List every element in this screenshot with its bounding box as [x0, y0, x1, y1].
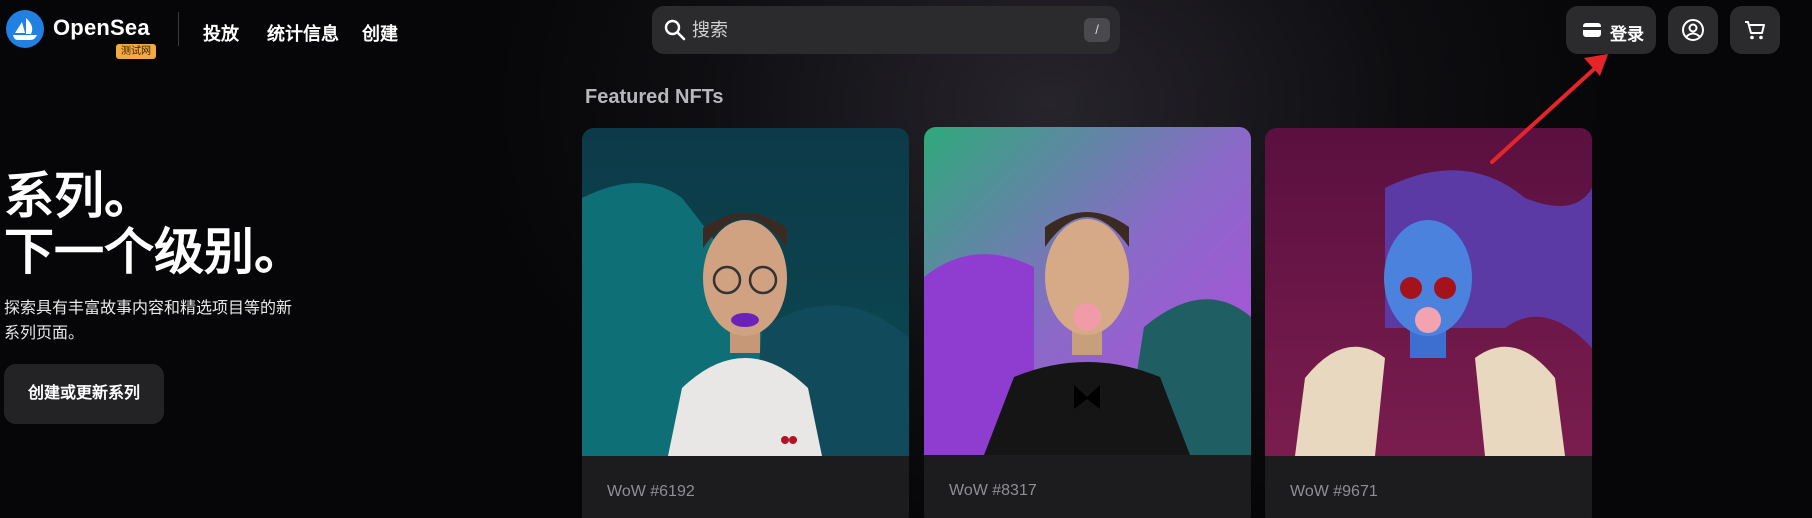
nft-card[interactable]: WoW #8317	[924, 127, 1251, 518]
annotation-arrow	[1490, 54, 1608, 164]
cart-icon	[1745, 21, 1765, 40]
hero-title-line1: 系列。	[4, 168, 154, 224]
search-shortcut-key: /	[1084, 18, 1110, 42]
featured-heading: Featured NFTs	[585, 86, 724, 108]
hero-description: 探索具有丰富故事内容和精选项目等的新系列页面。	[4, 300, 293, 342]
nft-card[interactable]: WoW #6192	[582, 128, 909, 518]
testnet-badge: 测试网	[116, 44, 156, 59]
nft-name: WoW #6192	[607, 483, 695, 500]
header-divider	[178, 12, 179, 46]
brand-name[interactable]: OpenSea	[53, 15, 150, 41]
nav-stats[interactable]: 统计信息	[267, 20, 339, 46]
search-input[interactable]	[692, 14, 1062, 46]
hero-title-line2: 下一个级别。	[4, 224, 304, 280]
account-button[interactable]	[1668, 6, 1718, 54]
search-bar[interactable]: /	[652, 6, 1120, 54]
nav-create[interactable]: 创建	[362, 20, 398, 46]
nft-artwork-image	[924, 127, 1251, 455]
nft-artwork-image	[1265, 128, 1592, 456]
opensea-logo-icon[interactable]	[6, 10, 44, 48]
create-collection-button[interactable]: 创建或更新系列	[4, 364, 164, 424]
nft-card[interactable]: WoW #9671	[1265, 128, 1592, 518]
hero-title: 系列。 下一个级别。	[4, 168, 304, 280]
nft-name: WoW #9671	[1290, 483, 1378, 500]
search-icon	[664, 19, 686, 41]
nav-drops[interactable]: 投放	[203, 20, 239, 46]
account-icon	[1682, 19, 1704, 41]
nft-name: WoW #8317	[949, 482, 1037, 499]
wallet-icon	[1583, 23, 1601, 37]
cart-button[interactable]	[1730, 6, 1780, 54]
nft-artwork-image	[582, 128, 909, 456]
